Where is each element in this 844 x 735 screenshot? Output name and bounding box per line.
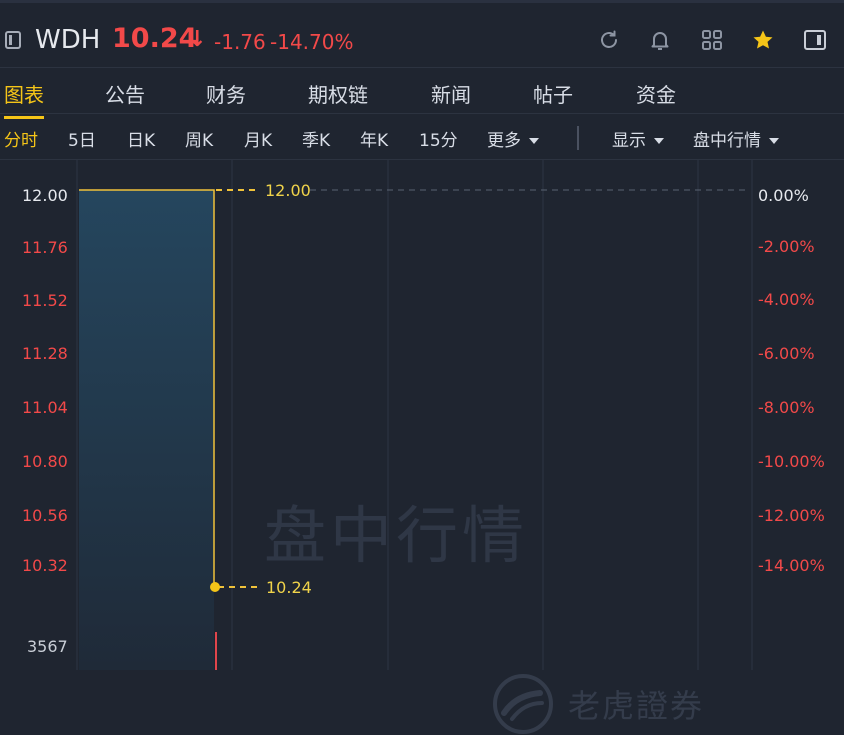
tab-posts[interactable]: 帖子 [533, 79, 573, 108]
tiger-logo-icon [493, 674, 553, 734]
tab-chart[interactable]: 图表 [4, 79, 44, 119]
star-icon[interactable] [751, 28, 775, 52]
period-5d[interactable]: 5日 [68, 126, 96, 151]
display-dropdown[interactable]: 显示 [612, 126, 664, 151]
y-tick-left: 11.28 [22, 344, 68, 363]
low-price-label: 10.24 [266, 578, 312, 597]
more-dropdown[interactable]: 更多 [487, 126, 539, 151]
session-dropdown[interactable]: 盘中行情 [693, 126, 779, 151]
y-tick-left: 11.76 [22, 238, 68, 257]
price-change: -1.76 [214, 30, 266, 54]
y-tick-right: -6.00% [758, 344, 815, 363]
price-area-fill [79, 190, 214, 670]
tab-capital[interactable]: 资金 [636, 79, 676, 108]
y-tick-left: 10.80 [22, 452, 68, 471]
session-label: 盘中行情 [693, 131, 761, 151]
brand-watermark-text: 老虎證券 [568, 687, 705, 725]
tab-options-chain[interactable]: 期权链 [308, 79, 368, 108]
y-tick-left: 11.04 [22, 398, 68, 417]
chart-canvas[interactable] [0, 160, 844, 670]
refresh-icon[interactable] [597, 28, 621, 52]
tab-financials[interactable]: 财务 [206, 79, 246, 108]
y-tick-left: 10.32 [22, 556, 68, 575]
panel-toggle-icon[interactable] [803, 28, 827, 52]
y-tick-left: 12.00 [22, 186, 68, 205]
y-tick-left: 10.56 [22, 506, 68, 525]
bell-icon[interactable] [648, 28, 672, 52]
chevron-down-icon [654, 138, 664, 144]
layout-toggle-icon[interactable] [5, 31, 21, 49]
more-label: 更多 [487, 131, 521, 151]
last-price-dot [210, 582, 220, 592]
period-intraday[interactable]: 分时 [4, 126, 38, 151]
period-yearly[interactable]: 年K [360, 126, 388, 151]
quote-header: WDH 10.24 ↓ -1.76 -14.70% [0, 0, 844, 68]
period-weekly[interactable]: 周K [185, 126, 213, 151]
volume-label: 3567 [27, 637, 68, 656]
period-quarterly[interactable]: 季K [302, 126, 330, 151]
toolbar-divider [577, 126, 579, 150]
y-tick-right: -8.00% [758, 398, 815, 417]
y-tick-right: -4.00% [758, 290, 815, 309]
period-daily[interactable]: 日K [127, 126, 155, 151]
section-tabs: 图表 公告 财务 期权链 新闻 帖子 资金 [0, 68, 844, 119]
grid-icon[interactable] [700, 28, 724, 52]
last-price: 10.24 [112, 23, 198, 54]
y-tick-right: 0.00% [758, 186, 809, 205]
tab-news[interactable]: 新闻 [431, 79, 471, 108]
price-change-percent: -14.70% [270, 30, 354, 54]
ticker-symbol: WDH [35, 25, 101, 55]
period-15min[interactable]: 15分 [419, 126, 458, 151]
display-label: 显示 [612, 131, 646, 151]
volume-bar [215, 632, 217, 670]
period-monthly[interactable]: 月K [244, 126, 272, 151]
session-watermark: 盘中行情 [264, 499, 529, 572]
intraday-chart[interactable]: 盘中行情 老虎證券 12.00 11.76 11.52 11.28 11.04 … [0, 160, 844, 734]
y-tick-right: -10.00% [758, 452, 825, 471]
chevron-down-icon [769, 138, 779, 144]
high-price-label: 12.00 [265, 181, 311, 200]
chevron-down-icon [529, 138, 539, 144]
y-tick-right: -14.00% [758, 556, 825, 575]
down-arrow-icon: ↓ [188, 27, 207, 52]
y-tick-right: -2.00% [758, 237, 815, 256]
y-tick-left: 11.52 [22, 291, 68, 310]
tab-announcements[interactable]: 公告 [105, 79, 145, 108]
y-tick-right: -12.00% [758, 506, 825, 525]
period-bar: 分时 5日 日K 周K 月K 季K 年K 15分 更多 显示 盘中行情 [0, 114, 844, 160]
